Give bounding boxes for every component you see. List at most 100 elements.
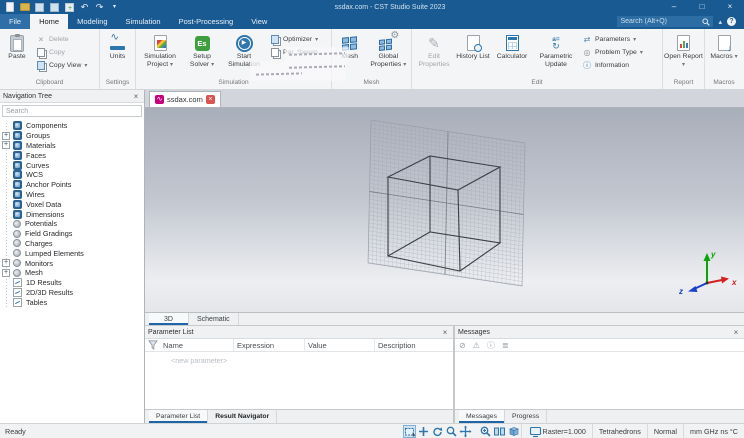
expand-icon[interactable] [2,131,10,140]
calculator-button[interactable]: Calculator [491,30,533,78]
tree-item[interactable]: Charges [0,239,144,249]
tab-progress[interactable]: Progress [505,410,548,423]
zoom-select-icon[interactable] [403,424,417,438]
units-button[interactable]: ∿ Units [101,30,134,78]
field-gradings-icon [13,229,21,238]
warning-icon[interactable]: ⚠ [473,341,480,350]
close-document-icon[interactable]: × [205,95,215,104]
global-properties-button[interactable]: ⚙ Global Properties ▾ [367,30,410,78]
tab-post-processing[interactable]: Post-Processing [170,14,243,29]
pan-icon[interactable] [459,425,472,438]
zoom-in-icon[interactable] [479,425,492,438]
undo-icon[interactable]: ↶ [79,2,90,13]
ribbon-search-box[interactable] [617,16,714,27]
collapse-ribbon-icon[interactable]: ▴ [718,18,722,26]
tree-search-box[interactable] [2,105,142,117]
edit-properties-button[interactable]: ✎ Edit Properties [413,30,455,78]
redo-icon[interactable]: ↷ [94,2,105,13]
units-status[interactable]: mm GHz ns °C [683,424,744,438]
setup-solver-button[interactable]: Es Setup Solver ▾ [183,30,221,78]
tree-item[interactable]: Groups [0,131,144,141]
column-expression[interactable]: Expression [234,339,305,351]
tree-item[interactable]: Wires [0,189,144,200]
copy-button[interactable]: Copy [36,47,87,57]
save-icon[interactable] [34,2,45,13]
tree-item[interactable]: Voxel Data [0,199,144,209]
tab-messages[interactable]: Messages [459,410,505,423]
close-icon[interactable]: × [440,328,450,337]
tab-file[interactable]: File [0,14,31,29]
problem-type-button[interactable]: ◎ Problem Type ▾ [582,47,643,57]
delete-button[interactable]: × Delete [36,34,87,44]
raster-status[interactable]: Raster=1.000 [520,424,592,438]
maximize-button[interactable]: □ [688,0,716,14]
close-button[interactable]: × [716,0,744,14]
tree-item[interactable]: Field Gradings [0,229,144,239]
close-icon[interactable]: × [731,328,741,337]
tree-item[interactable]: Mesh [0,268,144,278]
clear-icon[interactable]: ⊘ [459,341,466,350]
parameters-button[interactable]: ⇄ Parameters ▾ [582,34,643,44]
tree-item[interactable]: WCS [0,170,144,180]
tree-item[interactable]: Anchor Points [0,180,144,190]
tree-search-input[interactable] [6,107,138,115]
3d-viewport[interactable]: y x z [145,108,744,312]
tree-item[interactable]: Components [0,121,144,131]
move-icon[interactable] [417,425,430,438]
tab-result-navigator[interactable]: Result Navigator [208,410,278,423]
tree-item[interactable]: Lumped Elements [0,248,144,258]
customize-toolbar-icon[interactable]: ▾ [109,2,120,13]
rotate-icon[interactable] [431,425,444,438]
project-icon: ∿ [155,95,164,104]
tree-item[interactable]: Faces [0,150,144,160]
minimize-button[interactable]: – [660,0,688,14]
paste-button[interactable]: Paste [1,30,33,78]
tree-item[interactable]: Potentials [0,219,144,229]
split-view-icon[interactable] [493,425,506,438]
column-description[interactable]: Description [375,339,453,351]
information-button[interactable]: ⓘ Information [582,60,643,70]
tree-item[interactable]: Materials [0,140,144,151]
search-input[interactable] [620,18,703,25]
open-report-button[interactable]: Open Report ▾ [664,30,703,78]
zoom-lasso-icon[interactable] [445,425,458,438]
macros-button[interactable]: ↓ Macros ▾ [706,30,742,78]
document-tab[interactable]: ∿ ssdax.com × [149,91,221,107]
tree-item[interactable]: Monitors [0,258,144,268]
new-file-icon[interactable] [4,2,15,13]
optimizer-button[interactable]: Optimizer ▾ [270,34,318,44]
mode-status[interactable]: Normal [646,424,683,438]
history-list-button[interactable]: History List [455,30,491,78]
copy-view-button[interactable]: Copy View ▾ [36,60,87,70]
tree-item[interactable]: 2D/3D Results [0,287,144,298]
help-icon[interactable]: ? [727,17,736,26]
new-parameter-row[interactable]: <new parameter> [145,352,453,365]
expand-icon[interactable] [2,141,10,150]
column-value[interactable]: Value [305,339,375,351]
tree-item[interactable]: Tables [0,297,144,307]
tab-view[interactable]: View [242,14,276,29]
parametric-update-button[interactable]: a= ↻ Parametric Update [533,30,579,78]
cube-view-icon[interactable] [507,425,520,438]
open-file-icon[interactable] [19,2,30,13]
tree-item[interactable]: Dimensions [0,209,144,219]
tab-3d[interactable]: 3D [149,313,189,325]
close-icon[interactable]: × [131,92,141,101]
filter-funnel-icon[interactable] [145,340,160,350]
save-as-icon[interactable] [49,2,60,13]
expand-icon[interactable] [2,259,10,268]
mesh-type-status[interactable]: Tetrahedrons [591,424,647,438]
tree-item[interactable]: Curves [0,160,144,170]
tab-schematic[interactable]: Schematic [189,313,239,325]
expand-icon[interactable] [2,268,10,277]
filter-list-icon[interactable]: ≣ [502,341,509,350]
column-name[interactable]: Name [160,339,234,351]
tab-parameter-list[interactable]: Parameter List [149,410,209,423]
tab-modeling[interactable]: Modeling [68,14,116,29]
import-icon[interactable]: + [64,2,75,13]
info-icon[interactable]: ⓘ [487,340,495,351]
tab-simulation[interactable]: Simulation [117,14,170,29]
simulation-project-button[interactable]: Simulation Project ▾ [137,30,183,78]
tab-home[interactable]: Home [30,14,69,29]
tree-item[interactable]: 1D Results [0,278,144,288]
